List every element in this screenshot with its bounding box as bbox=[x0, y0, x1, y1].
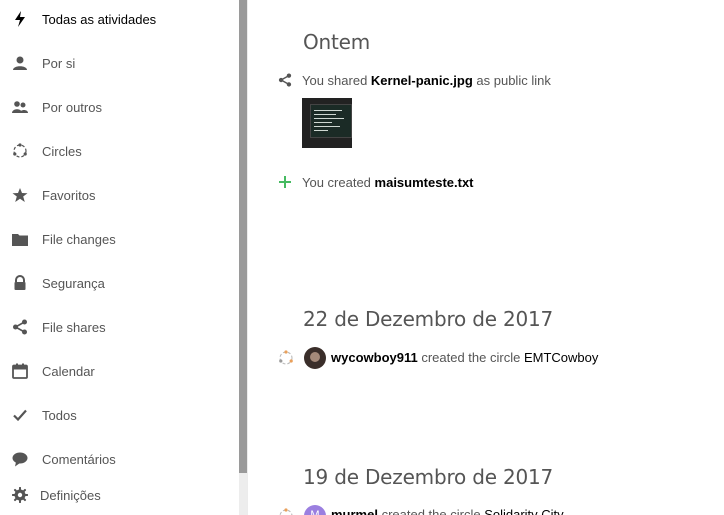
sidebar: Todas as atividades Por si Por outros Ci… bbox=[0, 0, 248, 515]
sidebar-item-comentarios[interactable]: Comentários bbox=[0, 437, 238, 481]
lightning-icon bbox=[12, 11, 28, 27]
sidebar-item-label: Comentários bbox=[42, 451, 116, 467]
gear-icon bbox=[12, 487, 28, 503]
file-link[interactable]: Kernel-panic.jpg bbox=[371, 73, 473, 88]
sidebar-item-todas-atividades[interactable]: Todas as atividades bbox=[0, 0, 238, 41]
activity-verb: created the circle bbox=[377, 507, 485, 515]
sidebar-scrollbar-track[interactable] bbox=[239, 473, 247, 515]
circles-icon bbox=[278, 508, 294, 515]
sidebar-item-seguranca[interactable]: Segurança bbox=[0, 261, 238, 305]
plus-icon bbox=[278, 175, 294, 191]
person-icon bbox=[12, 55, 28, 71]
lock-icon bbox=[12, 275, 28, 291]
group-icon bbox=[12, 99, 28, 115]
avatar-initial: M bbox=[310, 509, 320, 515]
settings-label: Definições bbox=[40, 488, 101, 503]
circles-icon bbox=[278, 350, 294, 366]
thumbnail-image bbox=[310, 104, 352, 138]
activity-verb: You created bbox=[302, 175, 375, 190]
checkmark-icon bbox=[12, 407, 28, 423]
avatar-face bbox=[310, 352, 320, 362]
circles-icon bbox=[12, 143, 28, 159]
sidebar-item-circles[interactable]: Circles bbox=[0, 129, 238, 173]
activity-text: You created maisumteste.txt bbox=[302, 175, 474, 190]
avatar[interactable] bbox=[304, 347, 326, 369]
sidebar-item-label: Todos bbox=[42, 407, 77, 423]
day-heading: Ontem bbox=[303, 30, 371, 54]
star-icon bbox=[12, 187, 28, 203]
settings-button[interactable]: Definições bbox=[0, 478, 238, 512]
folder-icon bbox=[12, 231, 28, 247]
sidebar-item-label: Calendar bbox=[42, 363, 95, 379]
activity-verb: You shared bbox=[302, 73, 371, 88]
sidebar-scrollbar-thumb[interactable] bbox=[239, 0, 247, 473]
sidebar-item-label: Favoritos bbox=[42, 187, 96, 203]
sidebar-item-file-shares[interactable]: File shares bbox=[0, 305, 238, 349]
sidebar-item-todos[interactable]: Todos bbox=[0, 393, 238, 437]
sidebar-item-label: File changes bbox=[42, 231, 116, 247]
sidebar-item-label: Por si bbox=[42, 55, 76, 71]
file-link[interactable]: maisumteste.txt bbox=[375, 175, 474, 190]
activity-text: wycowboy911 created the circle EMTCowboy bbox=[331, 350, 598, 365]
share-icon bbox=[278, 73, 294, 89]
sidebar-item-calendar[interactable]: Calendar bbox=[0, 349, 238, 393]
sidebar-item-label: File shares bbox=[42, 319, 106, 335]
day-heading: 22 de Dezembro de 2017 bbox=[303, 307, 554, 331]
share-icon bbox=[12, 319, 28, 335]
activity-suffix: as public link bbox=[472, 73, 551, 88]
day-heading: 19 de Dezembro de 2017 bbox=[303, 465, 554, 489]
sidebar-item-por-si[interactable]: Por si bbox=[0, 41, 238, 85]
comment-icon bbox=[12, 451, 28, 467]
user-link[interactable]: wycowboy911 bbox=[331, 350, 418, 365]
sidebar-item-favoritos[interactable]: Favoritos bbox=[0, 173, 238, 217]
activity-text: You shared Kernel-panic.jpg as public li… bbox=[302, 73, 551, 88]
sidebar-item-label: Por outros bbox=[42, 99, 102, 115]
activity-text: murmel created the circle Solidarity Cit… bbox=[331, 507, 564, 515]
sidebar-item-label: Circles bbox=[42, 143, 82, 159]
activity-verb: created the circle bbox=[417, 350, 524, 365]
file-preview-thumbnail[interactable] bbox=[302, 98, 352, 148]
circle-link[interactable]: Solidarity City bbox=[484, 507, 563, 515]
user-link[interactable]: murmel bbox=[331, 507, 378, 515]
sidebar-item-label: Todas as atividades bbox=[42, 11, 157, 27]
activity-stream: Ontem You shared Kernel-panic.jpg as pub… bbox=[248, 0, 724, 515]
calendar-icon bbox=[12, 363, 28, 379]
sidebar-item-file-changes[interactable]: File changes bbox=[0, 217, 238, 261]
circle-link[interactable]: EMTCowboy bbox=[524, 350, 598, 365]
avatar[interactable]: M bbox=[304, 505, 326, 515]
sidebar-item-label: Segurança bbox=[42, 275, 105, 291]
sidebar-item-por-outros[interactable]: Por outros bbox=[0, 85, 238, 129]
